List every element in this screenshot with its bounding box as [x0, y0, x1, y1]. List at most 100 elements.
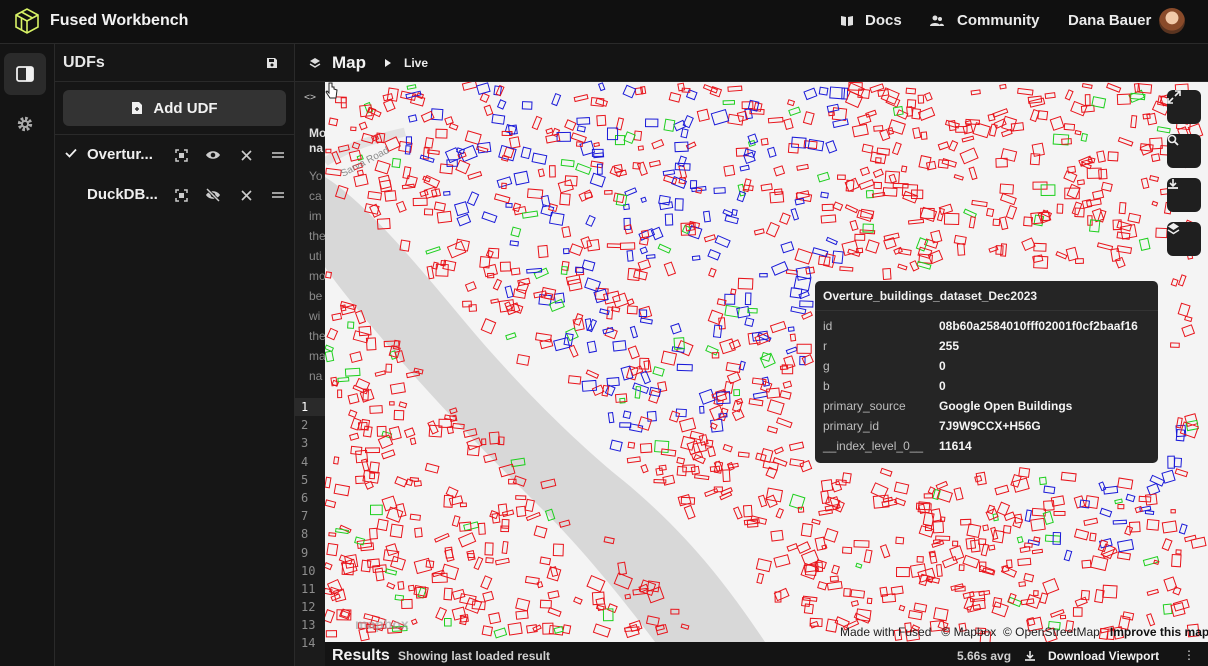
building-footprint[interactable] [769, 320, 787, 334]
building-footprint[interactable] [619, 242, 636, 251]
building-footprint[interactable] [580, 236, 593, 250]
building-footprint[interactable] [829, 575, 839, 583]
building-footprint[interactable] [992, 108, 1009, 118]
building-footprint[interactable] [773, 587, 790, 602]
building-footprint[interactable] [581, 259, 596, 272]
building-footprint[interactable] [482, 590, 495, 603]
building-footprint[interactable] [596, 114, 607, 127]
building-footprint[interactable] [1118, 201, 1127, 215]
building-footprint[interactable] [974, 475, 983, 483]
building-footprint[interactable] [595, 97, 609, 107]
building-footprint[interactable] [325, 271, 333, 279]
building-footprint[interactable] [935, 535, 951, 541]
building-footprint[interactable] [1144, 510, 1155, 516]
building-footprint[interactable] [389, 523, 404, 539]
building-footprint[interactable] [935, 564, 943, 577]
building-footprint[interactable] [678, 417, 697, 433]
building-footprint[interactable] [929, 551, 936, 558]
building-footprint[interactable] [1170, 602, 1186, 618]
building-footprint[interactable] [1080, 132, 1088, 142]
building-footprint[interactable] [1149, 174, 1160, 182]
building-footprint[interactable] [461, 82, 478, 91]
building-footprint[interactable] [1151, 200, 1159, 207]
building-footprint[interactable] [982, 524, 990, 532]
building-footprint[interactable] [1092, 189, 1105, 200]
building-footprint[interactable] [821, 203, 834, 212]
building-footprint[interactable] [627, 441, 636, 449]
building-footprint[interactable] [512, 202, 522, 213]
live-toggle[interactable]: Live [404, 56, 428, 70]
building-footprint[interactable] [948, 140, 959, 152]
building-footprint[interactable] [690, 465, 701, 475]
building-footprint[interactable] [546, 566, 562, 582]
building-footprint[interactable] [1125, 493, 1136, 503]
building-footprint[interactable] [853, 539, 870, 548]
building-footprint[interactable] [823, 527, 839, 543]
building-footprint[interactable] [347, 321, 355, 329]
eye-off-icon[interactable] [205, 187, 221, 203]
building-footprint[interactable] [435, 128, 448, 139]
building-footprint[interactable] [881, 593, 897, 604]
building-footprint[interactable] [825, 140, 838, 154]
building-footprint[interactable] [727, 113, 744, 126]
building-footprint[interactable] [707, 309, 724, 326]
building-footprint[interactable] [856, 209, 874, 223]
building-footprint[interactable] [344, 367, 361, 377]
building-footprint[interactable] [489, 510, 499, 520]
docs-link[interactable]: Docs [865, 12, 902, 29]
building-footprint[interactable] [505, 202, 513, 208]
building-footprint[interactable] [1033, 242, 1047, 252]
building-footprint[interactable] [467, 552, 475, 559]
building-footprint[interactable] [482, 263, 499, 278]
building-footprint[interactable] [674, 198, 684, 211]
building-footprint[interactable] [539, 599, 552, 609]
building-footprint[interactable] [354, 377, 371, 392]
building-footprint[interactable] [629, 325, 639, 339]
building-footprint[interactable] [1052, 133, 1070, 146]
building-footprint[interactable] [651, 138, 665, 150]
building-footprint[interactable] [787, 326, 795, 332]
building-footprint[interactable] [331, 312, 343, 322]
building-footprint[interactable] [1175, 417, 1183, 429]
building-footprint[interactable] [586, 238, 601, 252]
building-footprint[interactable] [325, 609, 336, 624]
building-footprint[interactable] [796, 541, 812, 554]
building-footprint[interactable] [1103, 485, 1119, 495]
building-footprint[interactable] [1072, 607, 1083, 617]
building-footprint[interactable] [1042, 577, 1060, 595]
building-footprint[interactable] [1096, 242, 1114, 251]
building-footprint[interactable] [895, 536, 905, 545]
building-footprint[interactable] [602, 326, 614, 335]
building-footprint[interactable] [731, 208, 738, 217]
building-footprint[interactable] [660, 350, 678, 366]
building-footprint[interactable] [731, 408, 745, 422]
building-footprint[interactable] [809, 617, 823, 628]
building-footprint[interactable] [892, 182, 909, 189]
udf-panel-toggle-button[interactable] [4, 53, 46, 95]
building-footprint[interactable] [713, 187, 726, 195]
building-footprint[interactable] [707, 248, 721, 261]
building-footprint[interactable] [902, 190, 919, 204]
building-footprint[interactable] [988, 544, 996, 551]
building-footprint[interactable] [783, 355, 796, 370]
building-footprint[interactable] [568, 344, 579, 358]
building-footprint[interactable] [680, 128, 689, 139]
building-footprint[interactable] [526, 624, 538, 634]
building-footprint[interactable] [839, 266, 854, 272]
building-footprint[interactable] [932, 520, 945, 534]
building-footprint[interactable] [930, 229, 943, 244]
building-footprint[interactable] [464, 130, 482, 145]
building-footprint[interactable] [677, 82, 686, 92]
building-footprint[interactable] [999, 83, 1007, 90]
building-footprint[interactable] [832, 118, 849, 129]
building-footprint[interactable] [927, 486, 936, 495]
building-footprint[interactable] [703, 234, 717, 243]
building-footprint[interactable] [1117, 538, 1135, 553]
building-footprint[interactable] [1059, 614, 1067, 620]
building-footprint[interactable] [501, 518, 510, 529]
building-footprint[interactable] [994, 484, 1010, 496]
building-footprint[interactable] [1183, 534, 1197, 543]
building-footprint[interactable] [1049, 115, 1065, 131]
building-footprint[interactable] [865, 109, 877, 118]
building-footprint[interactable] [1089, 532, 1097, 542]
